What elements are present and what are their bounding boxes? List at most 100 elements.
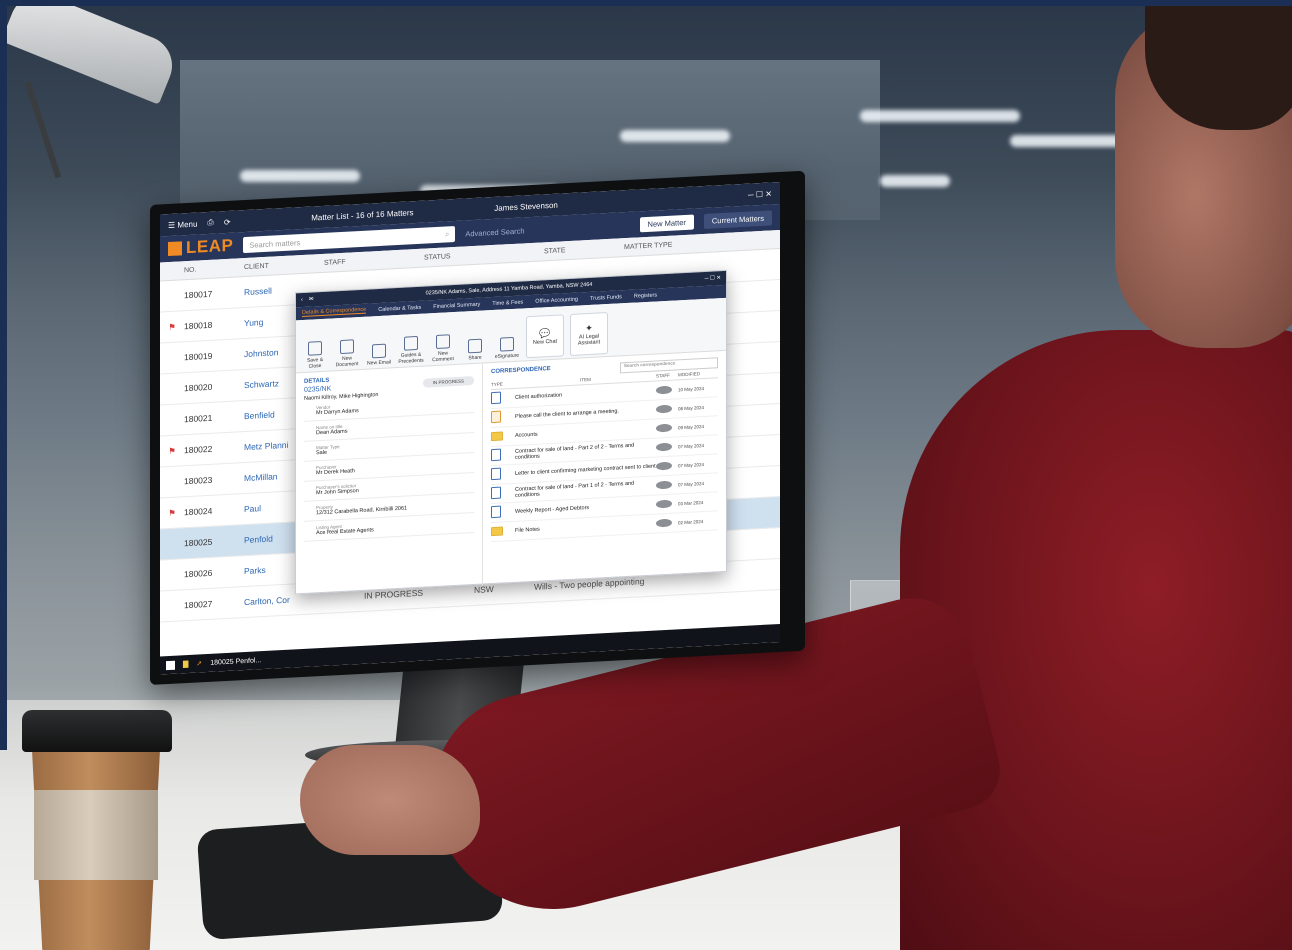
advanced-search-link[interactable]: Advanced Search [465, 220, 629, 238]
ai-legal-assistant-label: AI Legal Assistant [577, 332, 601, 347]
frame-border-left [0, 0, 7, 750]
monitor-screen: ☰ Menu ⎙ ⟳ Matter List - 16 of 16 Matter… [160, 181, 780, 675]
staff-avatar [656, 442, 672, 452]
person-hand [300, 745, 480, 855]
esignature-button[interactable]: eSignature [494, 336, 520, 360]
frame-border-top [0, 0, 1292, 6]
new-email-button[interactable]: New Email [366, 343, 392, 367]
menu-label: Menu [177, 219, 198, 230]
matter-number: 180019 [184, 350, 213, 363]
column-header[interactable]: STAFF [656, 372, 678, 379]
item-name: Letter to client confirming marketing co… [515, 463, 656, 477]
staff-avatar [656, 423, 672, 433]
pdf-icon [491, 486, 501, 500]
matter-window: ‹ ✉ 0235/NK Adams, Sale, Address 11 Yamb… [295, 269, 727, 596]
item-date: 09 May 2024 [678, 423, 705, 430]
menu-button[interactable]: ☰ Menu [168, 219, 197, 230]
back-icon[interactable]: ‹ [301, 297, 303, 303]
matter-number: 180022 [184, 443, 213, 456]
window-controls[interactable]: ─ ☐ ✕ [705, 275, 722, 282]
correspondence-panel: CORRESPONDENCE Search correspondence TYPE… [483, 351, 726, 586]
save-close-button[interactable]: Save & Close [302, 340, 328, 370]
current-matters-filter[interactable]: Current Matters [703, 209, 772, 229]
client-name[interactable]: Carlton, Cor [244, 593, 324, 607]
item-date: 02 Mar 2024 [678, 518, 704, 525]
window-controls[interactable]: ─ ☐ ✕ [748, 189, 772, 199]
ribbon-label: New Email [367, 359, 391, 367]
share-icon [468, 338, 482, 354]
new-comment-button[interactable]: New Comment [430, 334, 456, 363]
logo-text: LEAP [186, 235, 234, 258]
file-explorer-icon[interactable]: ▇ [183, 660, 188, 668]
ceiling-light [860, 110, 1020, 122]
windows-start-icon[interactable] [166, 660, 175, 670]
column-header[interactable]: STATUS [424, 248, 544, 261]
item-date: 08 May 2024 [678, 404, 705, 411]
book-icon [404, 335, 418, 351]
ceiling-light [240, 170, 360, 182]
ceiling-light [1010, 135, 1130, 147]
new-matter-button[interactable]: New Matter [639, 213, 694, 232]
column-header[interactable]: MATTER TYPE [624, 238, 724, 251]
tab-trusts-funds[interactable]: Trusts Funds [590, 294, 622, 302]
ceiling-light [880, 175, 950, 187]
item-date: 07 May 2024 [678, 442, 705, 449]
matter-number: 180021 [184, 412, 213, 425]
matter-number: 180026 [184, 567, 213, 580]
item-date: 07 May 2024 [678, 480, 705, 487]
cup-sleeve [34, 790, 158, 880]
column-header[interactable]: MODIFIED [678, 370, 718, 377]
ribbon-label: Share [468, 354, 482, 362]
column-header[interactable]: STATE [544, 244, 624, 255]
search-icon: ⌕ [445, 229, 450, 239]
column-header[interactable]: TYPE [491, 381, 515, 388]
flag-icon: ⚑ [168, 445, 176, 456]
ribbon-label: eSignature [494, 352, 520, 360]
share-button[interactable]: Share [462, 338, 488, 361]
sparkle-icon: ✦ [585, 322, 593, 333]
mail-icon[interactable]: ✉ [309, 296, 314, 302]
matter-number: 180017 [184, 288, 213, 301]
refresh-icon[interactable]: ⟳ [224, 217, 231, 226]
matter-number: 180024 [184, 505, 213, 518]
flag-icon: ⚑ [168, 507, 176, 518]
details-panel: DETAILS IN PROGRESS 0235/NK Naomi Killro… [296, 363, 483, 596]
matter-number: 180018 [184, 319, 213, 332]
signature-icon [500, 336, 514, 352]
matter-content: DETAILS IN PROGRESS 0235/NK Naomi Killro… [296, 351, 726, 596]
tab-financial-summary[interactable]: Financial Summary [433, 301, 480, 309]
ribbon-label: New Document [335, 355, 359, 369]
ai-legal-assistant-button[interactable]: ✦ AI Legal Assistant [570, 311, 608, 356]
tab-time-fees[interactable]: Time & Fees [492, 299, 523, 307]
matter-number: 180020 [184, 381, 213, 394]
leap-taskbar-icon[interactable]: ➚ [196, 659, 202, 667]
document-icon [340, 339, 354, 355]
column-header[interactable]: NO. [184, 264, 244, 274]
item-name: Please call the client to arrange a meet… [515, 408, 619, 420]
ceiling-light [620, 130, 730, 142]
item-name: Client authorization [515, 392, 563, 401]
document-icon [491, 467, 501, 481]
new-document-button[interactable]: New Document [334, 339, 360, 368]
tab-details-correspondence[interactable]: Details & Correspondence [302, 306, 367, 318]
document-icon [491, 391, 501, 405]
flag-icon: ⚑ [168, 321, 176, 332]
taskbar-active-item[interactable]: 180025 Penfol... [210, 657, 261, 667]
comment-icon [436, 334, 450, 350]
tab-registers[interactable]: Registers [634, 292, 657, 299]
office-photo: ☰ Menu ⎙ ⟳ Matter List - 16 of 16 Matter… [0, 0, 1292, 950]
column-header[interactable]: STAFF [324, 254, 424, 266]
chat-icon: 💬 [539, 327, 551, 339]
pdf-icon [491, 448, 501, 462]
ai-new-chat-label: New Chat [532, 338, 558, 346]
tab-calendar-tasks[interactable]: Calendar & Tasks [378, 304, 421, 312]
guides-precedents-button[interactable]: Guides & Precedents [398, 335, 424, 365]
item-name: Weekly Report - Aged Debtors [515, 504, 590, 515]
folder-icon [491, 526, 503, 536]
tab-office-accounting[interactable]: Office Accounting [535, 296, 578, 304]
column-header[interactable]: CLIENT [244, 259, 324, 270]
print-icon[interactable]: ⎙ [207, 218, 213, 228]
staff-avatar [656, 480, 672, 490]
item-name: Accounts [515, 431, 538, 439]
ai-new-chat-button[interactable]: 💬 New Chat [526, 314, 564, 359]
